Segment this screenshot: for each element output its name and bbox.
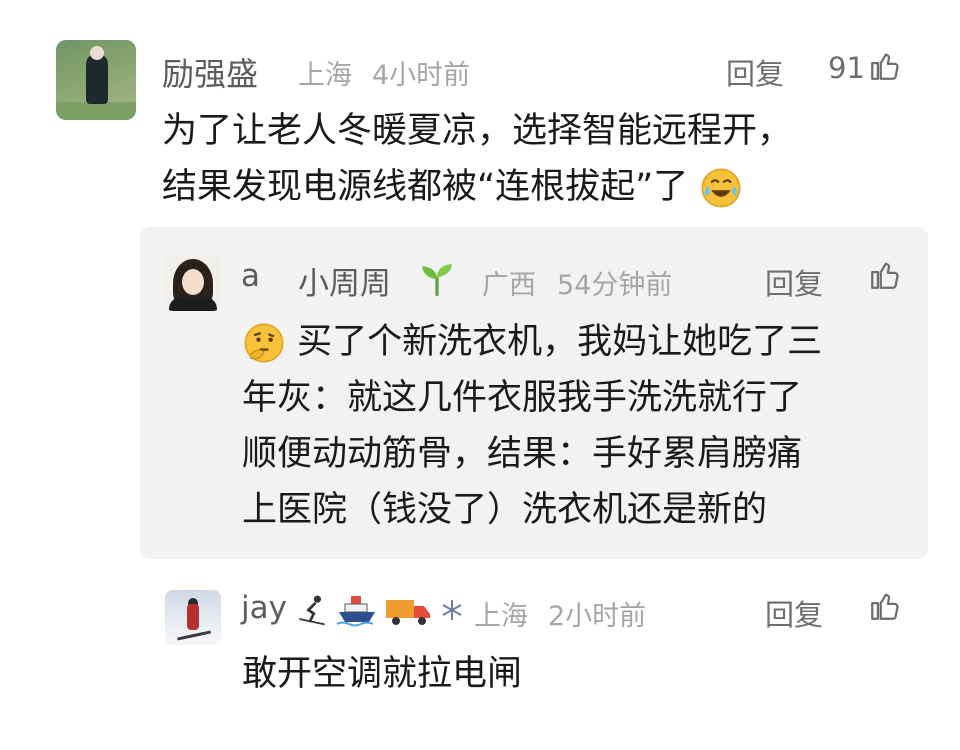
reply-location: 上海	[474, 601, 528, 632]
comment-line-2-text: 结果发现电源线都被“连根拔起”了	[162, 167, 689, 207]
comment-username[interactable]: 励强盛	[162, 49, 258, 95]
reply-button[interactable]: 回复	[765, 261, 823, 303]
reply-line-1-text: 买了个新洗衣机，我妈让她吃了三	[297, 322, 823, 362]
reply-username[interactable]: a	[241, 258, 260, 294]
skier-icon	[299, 595, 325, 626]
comment-line-2: 结果发现电源线都被“连根拔起”了	[162, 159, 743, 215]
avatar[interactable]	[56, 40, 136, 120]
reply-username[interactable]: jay	[241, 590, 287, 626]
reply-button[interactable]: 回复	[765, 592, 823, 634]
reply-nickname[interactable]: 小周周	[298, 258, 391, 303]
reply-line-4: 上医院（钱没了）洗衣机还是新的	[242, 490, 768, 530]
reply-line-2: 年灰：就这几件衣服我手洗洗就行了	[242, 378, 803, 418]
crying-laughing-emoji-icon	[701, 168, 741, 208]
comment-time: 4小时前	[372, 60, 471, 91]
like-count: 91	[828, 51, 865, 85]
reply-line-1: 敢开空调就拉电闸	[242, 654, 523, 694]
reply-location: 广西	[482, 270, 536, 301]
ship-icon	[336, 596, 376, 627]
reply-time: 54分钟前	[557, 270, 673, 301]
thumb-up-icon[interactable]	[868, 49, 902, 83]
comment-thread: 励强盛 上海 4小时前 回复 91 为了让老人冬暖夏凉，选择智能远程开， 结果发…	[0, 0, 960, 750]
thumb-up-icon[interactable]	[868, 589, 902, 623]
snowflake-icon	[442, 600, 462, 620]
thinking-face-emoji-icon	[244, 323, 284, 363]
reply-line-1: 买了个新洗衣机，我妈让她吃了三	[242, 314, 822, 370]
avatar[interactable]	[165, 590, 221, 646]
truck-icon	[386, 600, 431, 625]
thumb-up-icon[interactable]	[868, 258, 902, 292]
comment-location: 上海	[298, 60, 352, 91]
comment-line-1: 为了让老人冬暖夏凉，选择智能远程开，	[162, 111, 793, 151]
reply-line-3: 顺便动动筋骨，结果：手好累肩膀痛	[242, 434, 803, 474]
seedling-icon	[422, 264, 452, 296]
user-badges	[294, 590, 467, 632]
reply-time: 2小时前	[548, 601, 647, 632]
avatar[interactable]	[165, 255, 221, 311]
reply-button[interactable]: 回复	[726, 51, 784, 93]
